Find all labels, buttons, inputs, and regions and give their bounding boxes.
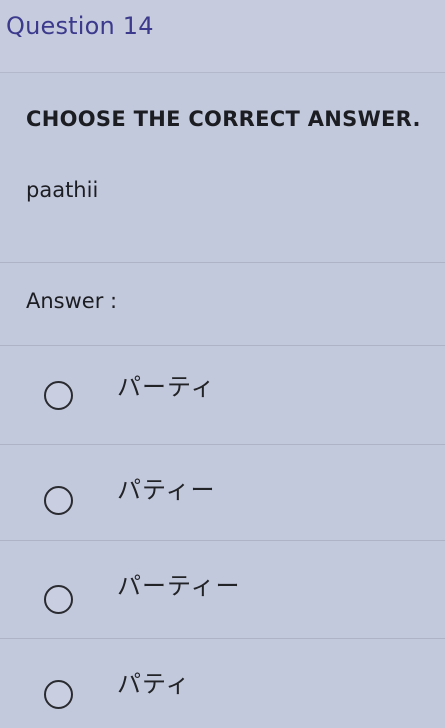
answer-option-1[interactable]: パーティ: [0, 352, 445, 440]
divider: [0, 638, 445, 639]
option-label: パティー: [117, 476, 216, 504]
radio-button[interactable]: [44, 486, 73, 515]
radio-button[interactable]: [44, 381, 73, 410]
radio-button[interactable]: [44, 585, 73, 614]
question-number: Question 14: [6, 12, 154, 40]
divider: [0, 262, 445, 263]
option-label: パーティ: [117, 373, 216, 401]
divider: [0, 444, 445, 445]
option-label: パーティー: [117, 572, 241, 600]
radio-button[interactable]: [44, 680, 73, 709]
answer-option-2[interactable]: パティー: [0, 452, 445, 540]
question-prompt: paathii: [26, 178, 99, 202]
question-header: Question 14: [0, 0, 445, 73]
answer-option-3[interactable]: パーティー: [0, 548, 445, 636]
question-instruction: CHOOSE THE CORRECT ANSWER.: [26, 107, 421, 131]
answer-option-4[interactable]: パティ: [0, 640, 445, 728]
divider: [0, 540, 445, 541]
option-label: パティ: [117, 670, 191, 698]
answer-label: Answer :: [26, 289, 118, 313]
divider: [0, 345, 445, 346]
